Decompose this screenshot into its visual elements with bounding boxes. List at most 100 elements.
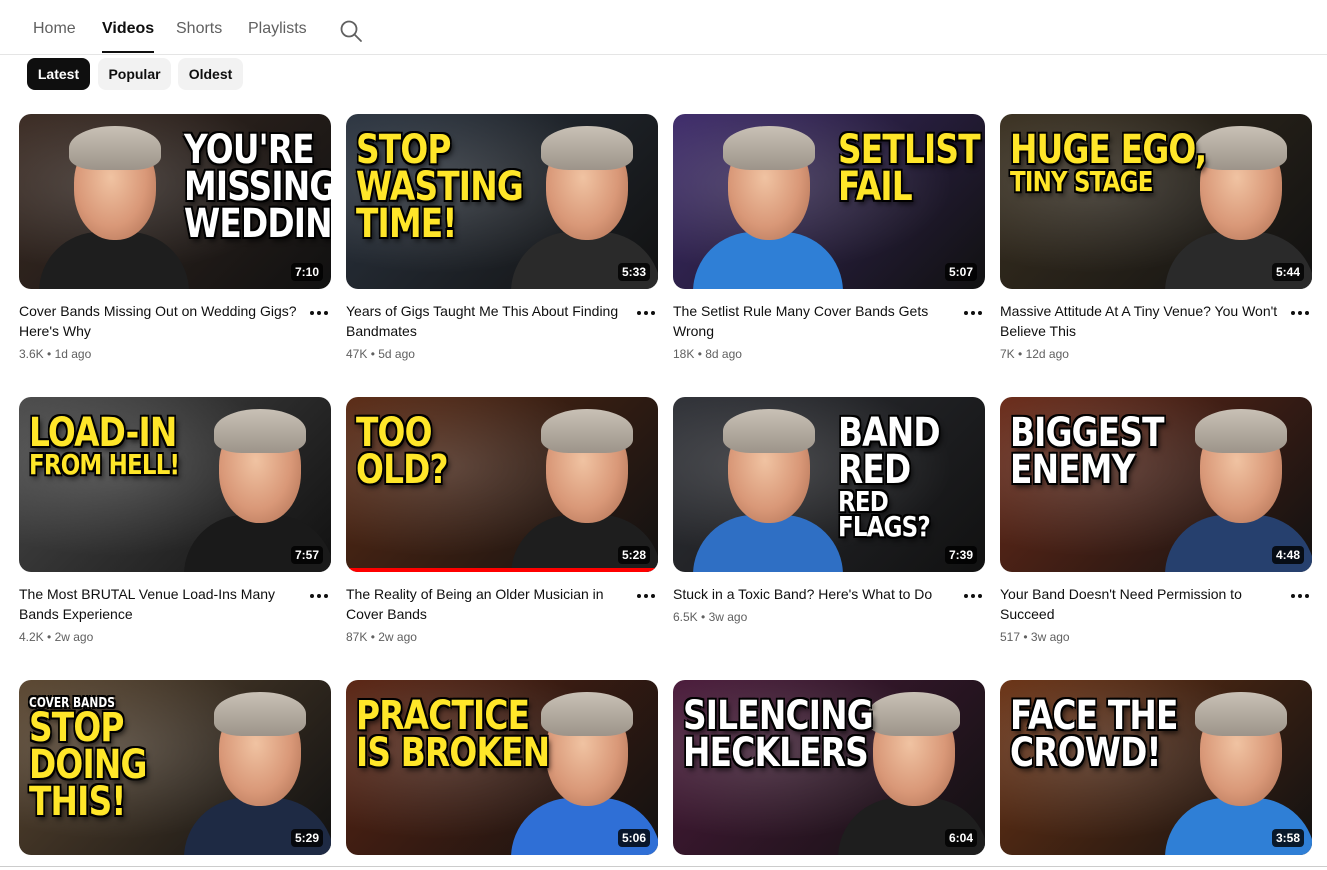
tab-home[interactable]: Home xyxy=(33,20,76,38)
video-title[interactable]: Cover Bands Missing Out on Wedding Gigs?… xyxy=(19,301,301,341)
video-stats: 47K • 5d ago xyxy=(346,347,628,361)
video-card[interactable]: SETLIST FAIL 5:07 The Setlist Rule Many Cov… xyxy=(673,114,985,361)
thumbnail-headline-line: THIS! xyxy=(29,778,126,825)
thumbnail-headline: TOO OLD? xyxy=(356,413,449,493)
upload-age: 1d ago xyxy=(54,347,92,361)
thumbnail-headline-line: OLD? xyxy=(356,446,449,493)
separator-dot: • xyxy=(694,347,706,361)
thumbnail-headline: STOP WASTING TIME! xyxy=(356,130,524,243)
video-thumbnail[interactable]: LOAD-IN FROM HELL! 7:57 xyxy=(19,397,331,572)
thumbnail-headline: SETLIST FAIL xyxy=(838,130,981,210)
thumbnail-headline-line: HUGE EGO, xyxy=(1010,127,1207,173)
video-thumbnail[interactable]: PRACTICE IS BROKEN 5:06 xyxy=(346,680,658,855)
upload-age: 8d ago xyxy=(705,347,742,361)
view-count: 517 xyxy=(1000,630,1021,644)
more-actions-icon[interactable] xyxy=(1288,303,1312,323)
thumbnail-headline-line: ENEMY xyxy=(1010,446,1135,493)
video-thumbnail[interactable]: SETLIST FAIL 5:07 xyxy=(673,114,985,289)
thumbnail-headline-line: RED FLAGS? xyxy=(838,484,931,544)
video-card[interactable]: HUGE EGO, TINY STAGE 5:44 Massive Attitude … xyxy=(1000,114,1312,361)
video-thumbnail[interactable]: BAND RED RED FLAGS? 7:39 xyxy=(673,397,985,572)
thumbnail-headline-line: IS BROKEN xyxy=(356,729,550,776)
more-actions-icon[interactable] xyxy=(307,303,331,323)
more-actions-icon[interactable] xyxy=(1288,586,1312,606)
duration-badge: 3:58 xyxy=(1271,829,1304,847)
thumbnail-headline: COVER BANDS STOP DOING THIS! xyxy=(29,697,147,825)
view-count: 7K xyxy=(1000,347,1015,361)
video-meta: The Most BRUTAL Venue Load-Ins Many Band… xyxy=(19,584,331,644)
video-card[interactable]: BAND RED RED FLAGS? 7:39 Stuck in a Toxic B… xyxy=(673,397,985,624)
thumbnail-headline: YOU'REMISSINGWEDDINGS xyxy=(184,130,331,243)
video-meta: The Reality of Being an Older Musician i… xyxy=(346,584,658,644)
duration-badge: 6:04 xyxy=(944,829,977,847)
view-count: 3.6K xyxy=(19,347,44,361)
thumbnail-headline-line: FAIL xyxy=(838,163,913,210)
video-card[interactable]: PRACTICE IS BROKEN 5:06 xyxy=(346,680,658,855)
duration-badge: 5:28 xyxy=(617,546,650,564)
video-card[interactable]: STOP WASTING TIME! 5:33 Years of Gigs Taught… xyxy=(346,114,658,361)
separator-dot: • xyxy=(697,610,709,624)
video-thumbnail[interactable]: HUGE EGO, TINY STAGE 5:44 xyxy=(1000,114,1312,289)
video-thumbnail[interactable]: BIGGEST ENEMY 4:48 xyxy=(1000,397,1312,572)
thumbnail-headline-line: FROM HELL! xyxy=(29,447,180,481)
duration-badge: 5:44 xyxy=(1271,263,1304,281)
upload-age: 2w ago xyxy=(378,630,417,644)
video-card[interactable]: TOO OLD? 5:28 The Reality of Being an Older… xyxy=(346,397,658,644)
search-icon[interactable] xyxy=(339,19,363,43)
video-title[interactable]: The Most BRUTAL Venue Load-Ins Many Band… xyxy=(19,584,301,624)
video-title[interactable]: Stuck in a Toxic Band? Here's What to Do xyxy=(673,584,955,604)
tab-playlists[interactable]: Playlists xyxy=(248,20,307,38)
video-title[interactable]: The Setlist Rule Many Cover Bands Gets W… xyxy=(673,301,955,341)
video-card[interactable]: LOAD-IN FROM HELL! 7:57 The Most BRUTAL Ven… xyxy=(19,397,331,644)
thumbnail-headline: LOAD-IN FROM HELL! xyxy=(29,410,180,481)
video-title[interactable]: Massive Attitude At A Tiny Venue? You Wo… xyxy=(1000,301,1282,341)
duration-badge: 7:57 xyxy=(290,546,323,564)
video-thumbnail[interactable]: SILENCING HECKLERS 6:04 xyxy=(673,680,985,855)
video-card[interactable]: BIGGEST ENEMY 4:48 Your Band Doesn't Need P… xyxy=(1000,397,1312,644)
more-actions-icon[interactable] xyxy=(634,303,658,323)
thumbnail-headline: FACE THE CROWD! xyxy=(1010,696,1178,773)
chip-latest[interactable]: Latest xyxy=(27,58,90,90)
upload-age: 3w ago xyxy=(1030,630,1070,644)
duration-badge: 5:07 xyxy=(944,263,977,281)
video-card[interactable]: YOU'REMISSINGWEDDINGS 7:10 Cover Bands Mis… xyxy=(19,114,331,361)
more-actions-icon[interactable] xyxy=(961,586,985,606)
video-thumbnail[interactable]: STOP WASTING TIME! 5:33 xyxy=(346,114,658,289)
view-count: 18K xyxy=(673,347,695,361)
video-meta: Massive Attitude At A Tiny Venue? You Wo… xyxy=(1000,301,1312,361)
chip-oldest[interactable]: Oldest xyxy=(178,58,243,90)
video-thumbnail[interactable]: FACE THE CROWD! 3:58 xyxy=(1000,680,1312,855)
video-thumbnail[interactable]: YOU'REMISSINGWEDDINGS 7:10 xyxy=(19,114,331,289)
duration-badge: 7:10 xyxy=(290,263,323,281)
video-stats: 7K • 12d ago xyxy=(1000,347,1282,361)
video-stats: 87K • 2w ago xyxy=(346,630,628,644)
more-actions-icon[interactable] xyxy=(307,586,331,606)
separator-dot: • xyxy=(367,347,379,361)
chip-popular[interactable]: Popular xyxy=(98,58,171,90)
video-thumbnail[interactable]: TOO OLD? 5:28 xyxy=(346,397,658,572)
thumbnail-headline: BIGGEST ENEMY xyxy=(1010,413,1165,493)
more-actions-icon[interactable] xyxy=(961,303,985,323)
more-actions-icon[interactable] xyxy=(634,586,658,606)
view-count: 4.2K xyxy=(19,630,44,644)
video-card[interactable]: SILENCING HECKLERS 6:04 xyxy=(673,680,985,855)
upload-age: 2w ago xyxy=(54,630,94,644)
video-stats: 18K • 8d ago xyxy=(673,347,955,361)
video-title[interactable]: Years of Gigs Taught Me This About Findi… xyxy=(346,301,628,341)
tab-videos[interactable]: Videos xyxy=(102,20,155,53)
video-title[interactable]: Your Band Doesn't Need Permission to Suc… xyxy=(1000,584,1282,624)
channel-tabs: Home Videos Shorts Playlists xyxy=(0,0,1327,55)
video-title[interactable]: The Reality of Being an Older Musician i… xyxy=(346,584,628,624)
video-stats: 3.6K • 1d ago xyxy=(19,347,301,361)
video-thumbnail[interactable]: COVER BANDS STOP DOING THIS! 5:29 xyxy=(19,680,331,855)
presenter-image xyxy=(693,407,843,572)
divider xyxy=(0,866,1327,867)
video-card[interactable]: FACE THE CROWD! 3:58 xyxy=(1000,680,1312,855)
view-count: 6.5K xyxy=(673,610,698,624)
thumbnail-headline: HUGE EGO, TINY STAGE xyxy=(1010,127,1207,195)
video-card[interactable]: COVER BANDS STOP DOING THIS! 5:29 xyxy=(19,680,331,855)
thumbnail-headline-line: LOAD-IN xyxy=(29,410,177,456)
tab-shorts[interactable]: Shorts xyxy=(176,20,222,38)
thumbnail-headline: PRACTICE IS BROKEN xyxy=(356,696,550,776)
thumbnail-headline: BAND RED RED FLAGS? xyxy=(838,413,959,544)
